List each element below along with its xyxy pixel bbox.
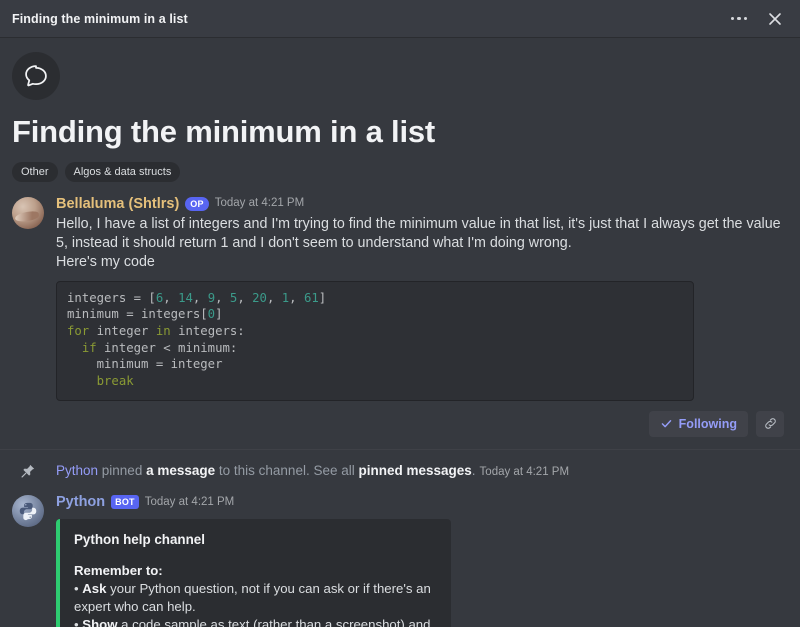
- bot-badge: BOT: [111, 495, 139, 510]
- system-text-pinned: pinned: [98, 462, 147, 478]
- system-actor-link[interactable]: Python: [56, 463, 98, 478]
- system-message-text: Python pinned a message to this channel.…: [56, 462, 569, 480]
- message-body: Python BOT Today at 4:21 PM Python help …: [56, 494, 788, 627]
- op-badge: OP: [185, 197, 209, 212]
- system-message-pinned: Python pinned a message to this channel.…: [0, 450, 800, 490]
- window-title: Finding the minimum in a list: [12, 11, 188, 26]
- embed-bullet-ask-bold: Ask: [82, 580, 107, 596]
- embed-bullet-show: • Show a code sample as text (rather tha…: [74, 616, 437, 627]
- thread-scroll-area[interactable]: Finding the minimum in a list Other Algo…: [0, 38, 800, 627]
- checkmark-icon: [661, 420, 671, 428]
- message-timestamp: Today at 4:21 PM: [144, 495, 235, 508]
- message-user: Bellaluma (Shtlrs) OP Today at 4:21 PM H…: [0, 182, 800, 401]
- thread-tags: Other Algos & data structs: [12, 161, 784, 182]
- message-content: Hello, I have a list of integers and I'm…: [56, 215, 788, 272]
- more-options-button[interactable]: [724, 4, 754, 34]
- window-actions: [724, 4, 790, 34]
- copy-link-button[interactable]: [756, 410, 784, 437]
- avatar[interactable]: [12, 494, 44, 527]
- embed-card: Python help channel Remember to: • Ask y…: [56, 519, 451, 627]
- python-logo-icon: [19, 502, 37, 520]
- pin-icon-container: [12, 463, 44, 479]
- chat-bubble-icon: [25, 65, 47, 87]
- thread-tag-algos[interactable]: Algos & data structs: [64, 161, 181, 182]
- message-line-1: Hello, I have a list of integers and I'm…: [56, 215, 781, 251]
- window-titlebar: Finding the minimum in a list: [0, 0, 800, 38]
- embed-content: Python help channel Remember to: • Ask y…: [60, 519, 451, 627]
- embed-remember-text: Remember to:: [74, 562, 163, 578]
- embed-remember-label: Remember to:: [74, 562, 437, 580]
- message-body: Bellaluma (Shtlrs) OP Today at 4:21 PM H…: [56, 196, 788, 401]
- message-author[interactable]: Bellaluma (Shtlrs): [56, 196, 179, 213]
- system-pinned-messages-link[interactable]: pinned messages: [358, 463, 471, 478]
- more-horizontal-icon: [730, 16, 748, 21]
- embed-title: Python help channel: [74, 532, 205, 548]
- avatar[interactable]: [12, 196, 44, 229]
- message-header: Bellaluma (Shtlrs) OP Today at 4:21 PM: [56, 196, 788, 213]
- system-text-period: .: [471, 462, 476, 478]
- embed-bullet-ask: • Ask your Python question, not if you c…: [74, 580, 431, 615]
- thread-header: Finding the minimum in a list Other Algo…: [0, 38, 800, 182]
- page-title: Finding the minimum in a list: [12, 114, 436, 149]
- link-icon: [764, 418, 776, 430]
- code-block[interactable]: integers = [6, 14, 9, 5, 20, 1, 61] mini…: [56, 280, 694, 401]
- thread-tag-other[interactable]: Other: [12, 161, 58, 182]
- message-timestamp: Today at 4:21 PM: [214, 197, 305, 210]
- close-icon: [769, 12, 781, 25]
- following-button[interactable]: Following: [648, 410, 748, 437]
- embed-bullet-show-rest: a code sample as text (rather than a scr…: [121, 617, 431, 627]
- code-content: integers = [6, 14, 9, 5, 20, 1, 61] mini…: [67, 290, 327, 389]
- system-a-message-link[interactable]: a message: [146, 463, 215, 478]
- embed-bullet-show-bold: Show: [82, 617, 118, 627]
- thread-follow-bar: Following: [0, 401, 800, 449]
- thread-icon-container: [12, 52, 60, 100]
- system-text-channel: to this channel. See all: [215, 462, 359, 478]
- close-button[interactable]: [760, 4, 790, 34]
- message-author[interactable]: Python: [56, 494, 105, 511]
- system-timestamp: Today at 4:21 PM: [479, 465, 570, 478]
- message-bot: Python BOT Today at 4:21 PM Python help …: [0, 490, 800, 627]
- following-label: Following: [678, 416, 737, 431]
- message-line-2: Here's my code: [56, 253, 155, 270]
- pin-icon: [21, 464, 35, 478]
- message-header: Python BOT Today at 4:21 PM: [56, 494, 788, 511]
- embed-bullet-ask-rest: your Python question, not if you can ask…: [74, 580, 431, 615]
